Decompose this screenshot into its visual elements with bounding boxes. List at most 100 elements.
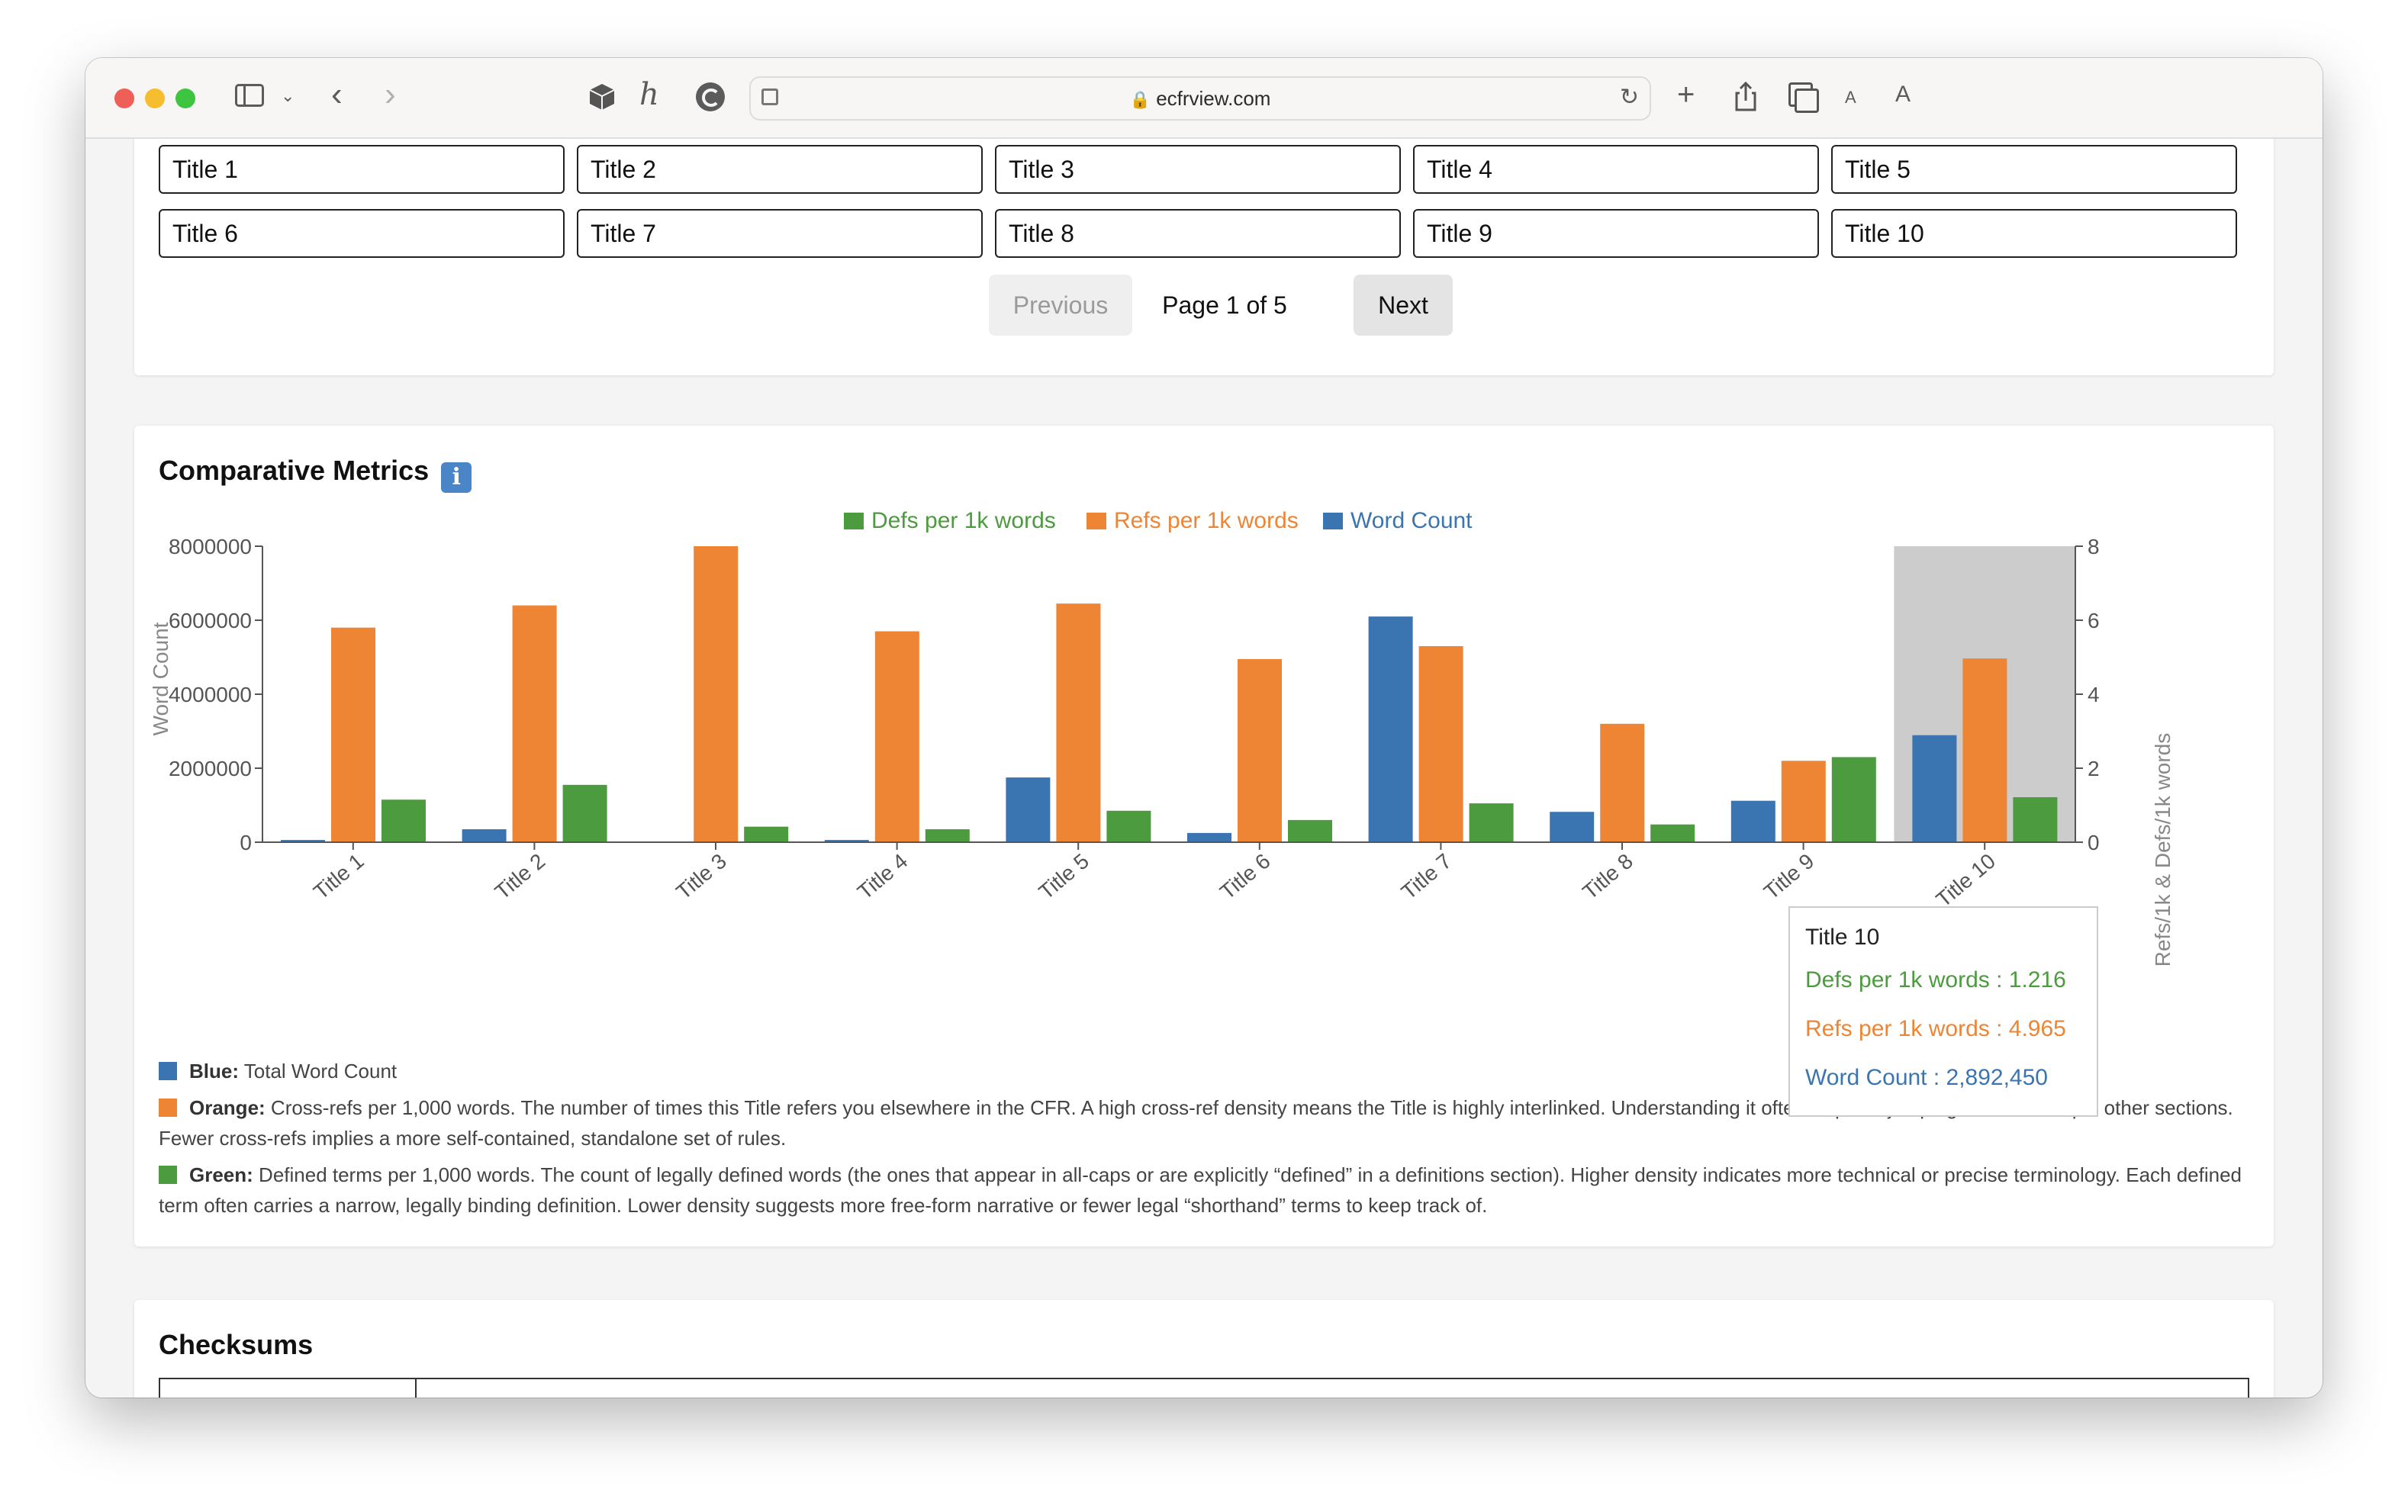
- x-tick-label: Title 6: [1215, 849, 1275, 904]
- legend-label: Refs per 1k words: [1114, 508, 1299, 533]
- x-tick-label: Title 5: [1035, 849, 1094, 904]
- blue-bar: [1187, 832, 1231, 842]
- right-axis-title: Refs/1k & Defs/1k words: [2151, 733, 2175, 967]
- title-button[interactable]: Title 8: [995, 209, 1401, 258]
- legend-label: Word Count: [1350, 508, 1473, 533]
- legend-label: Defs per 1k words: [871, 508, 1056, 533]
- title-button[interactable]: Title 2: [577, 145, 983, 194]
- zoom-window-button[interactable]: [175, 88, 195, 108]
- right-tick-label: 4: [2088, 683, 2100, 706]
- left-tick-label: 8000000: [169, 535, 252, 558]
- metrics-heading: Comparative Metrics i: [159, 455, 472, 493]
- right-tick-label: 2: [2088, 757, 2100, 780]
- chart-tooltip: Title 10 Defs per 1k words : 1.216 Refs …: [1788, 906, 2098, 1117]
- blue-bar: [1912, 735, 1957, 842]
- address-bar[interactable]: 🔒 ecfrview.com ↻: [749, 76, 1651, 121]
- x-tick-label: Title 4: [853, 849, 913, 904]
- tooltip-defs: Defs per 1k words : 1.216: [1805, 967, 2066, 992]
- title-button[interactable]: Title 5: [1831, 145, 2237, 194]
- forward-icon[interactable]: ›: [385, 78, 396, 111]
- text-larger-icon[interactable]: A: [1895, 79, 1911, 110]
- blue-bar: [1550, 812, 1595, 842]
- green-bar: [1469, 803, 1514, 842]
- x-tick-label: Title 8: [1578, 849, 1637, 904]
- tabs-overview-icon[interactable]: [1788, 82, 1819, 113]
- left-tick-label: 2000000: [169, 757, 252, 780]
- reload-icon[interactable]: ↻: [1620, 82, 1639, 113]
- orange-bar: [331, 627, 375, 842]
- back-icon[interactable]: ‹: [331, 78, 343, 111]
- sidebar-toggle-icon[interactable]: [235, 84, 264, 107]
- legend-swatch: [844, 513, 864, 529]
- green-bar: [1650, 824, 1695, 842]
- title-button[interactable]: Title 3: [995, 145, 1401, 194]
- url-value: ecfrview.com: [1156, 87, 1271, 110]
- green-description-label: Green:: [189, 1163, 253, 1186]
- tooltip-title: Title 10: [1805, 925, 1880, 950]
- title-button[interactable]: Title 9: [1413, 209, 1819, 258]
- x-tick-label: Title 1: [309, 849, 369, 904]
- green-swatch: [159, 1166, 177, 1184]
- share-icon[interactable]: [1734, 81, 1758, 111]
- title-button[interactable]: Title 10: [1831, 209, 2237, 258]
- orange-bar: [694, 546, 739, 842]
- blue-bar: [1730, 800, 1775, 842]
- x-tick-label: Title 3: [671, 849, 731, 904]
- title-button[interactable]: Title 7: [577, 209, 983, 258]
- tooltip-words: Word Count : 2,892,450: [1805, 1065, 2048, 1090]
- right-tick-label: 6: [2088, 609, 2100, 632]
- green-bar: [562, 784, 607, 842]
- lock-icon: 🔒: [1129, 90, 1151, 109]
- green-bar: [381, 799, 426, 842]
- next-button[interactable]: Next: [1354, 275, 1453, 336]
- blue-bar: [1368, 616, 1413, 842]
- right-tick-label: 8: [2088, 535, 2100, 558]
- orange-swatch: [159, 1099, 177, 1117]
- previous-button[interactable]: Previous: [989, 275, 1132, 336]
- x-tick-label: Title 10: [1932, 849, 2000, 912]
- left-tick-label: 4000000: [169, 683, 252, 706]
- orange-description-label: Orange:: [189, 1096, 266, 1119]
- checksums-table-divider: [415, 1379, 417, 1398]
- blue-description-label: Blue:: [189, 1060, 239, 1083]
- orange-bar: [1600, 723, 1645, 842]
- chevron-down-icon[interactable]: ⌄: [281, 81, 295, 111]
- legend-swatch: [1086, 513, 1106, 529]
- extension-box-icon[interactable]: [588, 82, 616, 111]
- green-description-text: Defined terms per 1,000 words. The count…: [159, 1163, 2242, 1217]
- title-button[interactable]: Title 6: [159, 209, 565, 258]
- orange-bar: [512, 605, 557, 842]
- text-smaller-icon[interactable]: A: [1845, 82, 1856, 113]
- titles-card: Title 1 Title 2 Title 3 Title 4 Title 5 …: [134, 139, 2274, 375]
- metrics-heading-text: Comparative Metrics: [159, 455, 430, 486]
- information-icon[interactable]: i: [441, 462, 472, 493]
- checksums-table: [159, 1378, 2249, 1398]
- orange-bar: [874, 631, 919, 842]
- left-tick-label: 0: [240, 831, 252, 854]
- orange-bar: [1418, 645, 1463, 842]
- metrics-card: Comparative Metrics i 0 2000000 4000000 600…: [134, 426, 2274, 1247]
- minimize-window-button[interactable]: [145, 88, 165, 108]
- orange-bar: [1056, 603, 1101, 842]
- page-indicator: Page 1 of 5: [1162, 291, 1287, 319]
- title-button[interactable]: Title 1: [159, 145, 565, 194]
- green-bar: [1831, 757, 1876, 842]
- green-bar: [925, 829, 970, 842]
- orange-bar: [1238, 658, 1282, 842]
- green-bar: [1106, 810, 1151, 842]
- close-window-button[interactable]: [114, 88, 134, 108]
- new-tab-icon[interactable]: +: [1677, 79, 1695, 110]
- blue-bar: [1006, 777, 1051, 842]
- extension-h-icon[interactable]: h: [639, 79, 659, 110]
- orange-bar: [1781, 761, 1826, 842]
- green-description: Green: Defined terms per 1,000 words. Th…: [159, 1160, 2249, 1221]
- blue-swatch: [159, 1062, 177, 1080]
- grammarly-icon[interactable]: [696, 82, 725, 111]
- green-bar: [744, 826, 789, 842]
- browser-window: ⌄ ‹ › h 🔒 ecfrview.com ↻ + A A Title 1 T…: [85, 58, 2323, 1398]
- x-tick-label: Title 2: [491, 849, 550, 904]
- title-button[interactable]: Title 4: [1413, 145, 1819, 194]
- left-tick-label: 6000000: [169, 609, 252, 632]
- x-tick-label: Title 9: [1759, 849, 1819, 904]
- left-axis-title: Word Count: [149, 622, 172, 735]
